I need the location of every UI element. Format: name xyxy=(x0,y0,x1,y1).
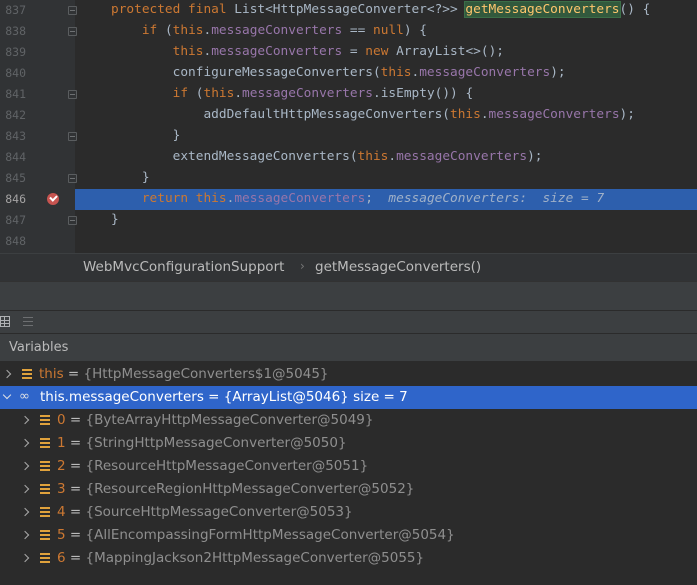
code-line[interactable]: } xyxy=(0,125,697,146)
code-text: if (this.messageConverters.isEmpty()) { xyxy=(172,86,474,101)
variable-name: 3 xyxy=(57,481,66,497)
code-text: configureMessageConverters(this.messageC… xyxy=(111,65,566,80)
panel-divider[interactable] xyxy=(0,281,697,310)
variable-text: this.messageConverters = {ArrayList@5046… xyxy=(40,389,408,405)
variable-name: 4 xyxy=(57,504,66,520)
variable-value: {ByteArrayHttpMessageConverter@5049} xyxy=(85,412,374,428)
variable-name: this xyxy=(39,366,64,382)
child-variable-row[interactable]: 3 = {ResourceRegionHttpMessageConverter@… xyxy=(0,478,697,501)
code-line[interactable]: } xyxy=(0,167,697,188)
expand-arrow-icon[interactable] xyxy=(20,415,30,425)
code-text: } xyxy=(111,170,150,185)
breadcrumb-separator-icon: › xyxy=(300,259,305,273)
breadcrumb: WebMvcConfigurationSupport › getMessageC… xyxy=(0,253,697,281)
expand-arrow-icon[interactable] xyxy=(20,530,30,540)
variable-name: 1 xyxy=(57,435,66,451)
watch-icon: ∞ xyxy=(19,389,30,404)
code-text: extendMessageConverters(this.messageConv… xyxy=(111,149,543,164)
variable-text: this = {HttpMessageConverters$1@5045} xyxy=(39,366,329,382)
frames-layout-icon[interactable] xyxy=(0,316,10,327)
expand-arrow-icon[interactable] xyxy=(20,484,30,494)
child-variable-row[interactable]: 2 = {ResourceHttpMessageConverter@5051} xyxy=(0,455,697,478)
expand-arrow-icon[interactable] xyxy=(20,507,30,517)
field-icon xyxy=(40,461,50,471)
breadcrumb-class[interactable]: WebMvcConfigurationSupport xyxy=(83,259,284,275)
variable-name: 2 xyxy=(57,458,66,474)
code-text: } xyxy=(111,212,119,227)
code-text: return this.messageConverters; messageCo… xyxy=(141,191,605,206)
field-icon xyxy=(40,438,50,448)
code-text: addDefaultHttpMessageConverters(this.mes… xyxy=(111,107,635,122)
code-line[interactable]: configureMessageConverters(this.messageC… xyxy=(0,62,697,83)
threads-list-icon[interactable] xyxy=(23,316,33,327)
variable-text: 1 = {StringHttpMessageConverter@5050} xyxy=(57,435,347,451)
variable-text: 0 = {ByteArrayHttpMessageConverter@5049} xyxy=(57,412,374,428)
variable-name: this.messageConverters xyxy=(40,389,204,405)
code-line[interactable]: addDefaultHttpMessageConverters(this.mes… xyxy=(0,104,697,125)
variable-value: {MappingJackson2HttpMessageConverter@505… xyxy=(85,550,425,566)
code-line[interactable]: return this.messageConverters; messageCo… xyxy=(0,188,697,209)
variable-name: 6 xyxy=(57,550,66,566)
code-text: } xyxy=(111,128,181,143)
variable-name: 5 xyxy=(57,527,66,543)
variable-value: {HttpMessageConverters$1@5045} xyxy=(83,366,329,382)
variable-size: size = 7 xyxy=(348,389,408,405)
code-text: if (this.messageConverters == null) { xyxy=(141,23,427,38)
variable-name: 0 xyxy=(57,412,66,428)
variable-row[interactable]: ∞ this.messageConverters = {ArrayList@504… xyxy=(0,386,697,409)
debugger-toolbar xyxy=(0,310,697,334)
code-line[interactable]: } xyxy=(0,209,697,230)
variable-row[interactable]: this = {HttpMessageConverters$1@5045} xyxy=(0,363,697,386)
field-icon xyxy=(40,507,50,517)
variables-tree[interactable]: this = {HttpMessageConverters$1@5045} ∞ th… xyxy=(0,362,697,585)
variable-text: 2 = {ResourceHttpMessageConverter@5051} xyxy=(57,458,369,474)
child-variable-row[interactable]: 4 = {SourceHttpMessageConverter@5053} xyxy=(0,501,697,524)
expand-arrow-icon[interactable] xyxy=(20,438,30,448)
code-line[interactable]: extendMessageConverters(this.messageConv… xyxy=(0,146,697,167)
child-variable-row[interactable]: 0 = {ByteArrayHttpMessageConverter@5049} xyxy=(0,409,697,432)
code-line[interactable]: if (this.messageConverters == null) { xyxy=(0,20,697,41)
breadcrumb-method[interactable]: getMessageConverters() xyxy=(315,259,481,275)
code-line[interactable] xyxy=(0,230,697,251)
variable-text: 4 = {SourceHttpMessageConverter@5053} xyxy=(57,504,353,520)
field-icon xyxy=(40,415,50,425)
variable-value: {StringHttpMessageConverter@5050} xyxy=(85,435,347,451)
code-line[interactable]: this.messageConverters = new ArrayList<>… xyxy=(0,41,697,62)
expand-arrow-icon[interactable] xyxy=(20,553,30,563)
variable-value: {ResourceHttpMessageConverter@5051} xyxy=(85,458,369,474)
field-icon xyxy=(40,484,50,494)
code-line[interactable]: protected final List<HttpMessageConverte… xyxy=(0,0,697,20)
child-variable-row[interactable]: 6 = {MappingJackson2HttpMessageConverter… xyxy=(0,547,697,570)
child-variable-row[interactable]: 1 = {StringHttpMessageConverter@5050} xyxy=(0,432,697,455)
variable-text: 5 = {AllEncompassingFormHttpMessageConve… xyxy=(57,527,455,543)
code-editor[interactable]: 837 838 839 840 841 842 843 844 845 846 847 848 pro… xyxy=(0,0,697,253)
field-icon xyxy=(40,553,50,563)
field-icon xyxy=(22,369,32,379)
variable-text: 6 = {MappingJackson2HttpMessageConverter… xyxy=(57,550,425,566)
variable-text: 3 = {ResourceRegionHttpMessageConverter@… xyxy=(57,481,415,497)
child-variable-row[interactable]: 5 = {AllEncompassingFormHttpMessageConve… xyxy=(0,524,697,547)
variable-value: {ArrayList@5046} xyxy=(223,389,349,405)
variable-value: {AllEncompassingFormHttpMessageConverter… xyxy=(85,527,455,543)
variable-value: {SourceHttpMessageConverter@5053} xyxy=(85,504,353,520)
code-text: protected final List<HttpMessageConverte… xyxy=(111,1,651,18)
panel-title: Variables xyxy=(9,340,69,355)
code-line[interactable]: if (this.messageConverters.isEmpty()) { xyxy=(0,83,697,104)
variable-value: {ResourceRegionHttpMessageConverter@5052… xyxy=(85,481,415,497)
collapse-arrow-icon[interactable] xyxy=(2,390,12,400)
code-text: this.messageConverters = new ArrayList<>… xyxy=(172,44,504,59)
field-icon xyxy=(40,530,50,540)
expand-arrow-icon[interactable] xyxy=(20,461,30,471)
expand-arrow-icon[interactable] xyxy=(2,369,12,379)
variables-panel-header: Variables xyxy=(0,334,697,362)
